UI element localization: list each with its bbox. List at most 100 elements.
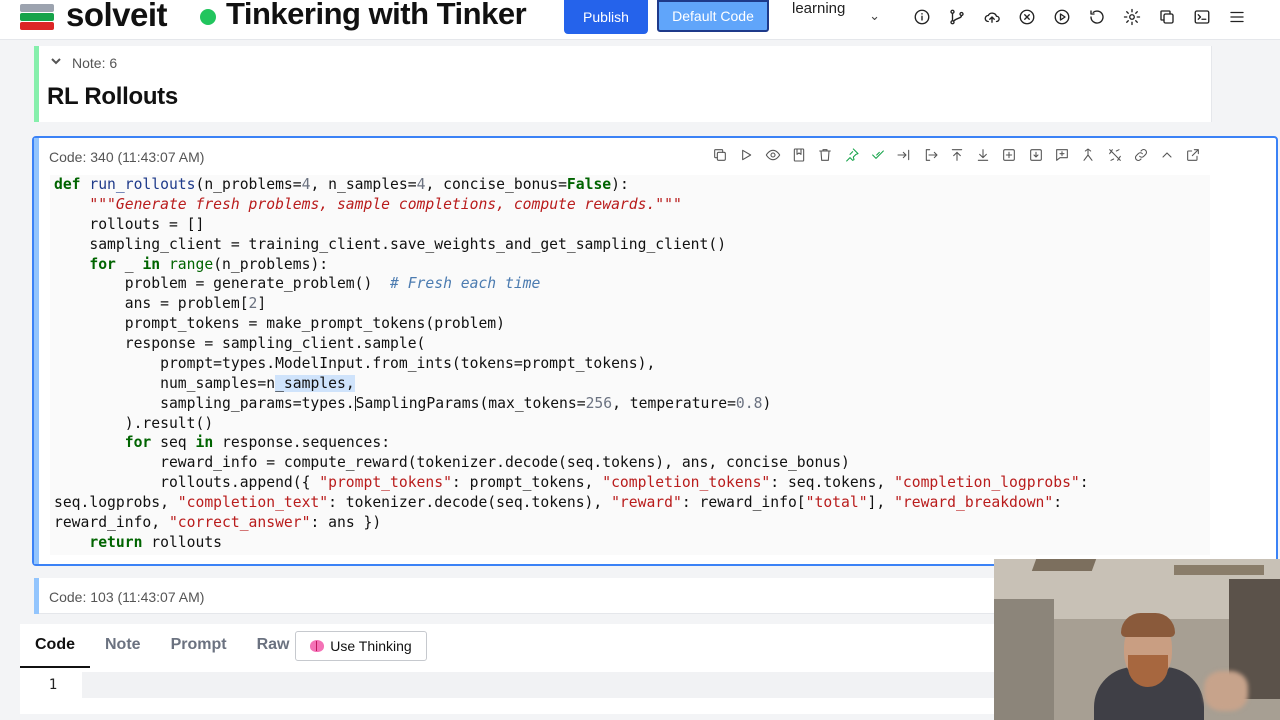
code-line: problem = generate_problem() # Fresh eac… [54, 274, 1089, 294]
upload-cloud-icon[interactable] [974, 4, 1009, 30]
publish-button[interactable]: Publish [564, 0, 648, 34]
brand-name[interactable]: solveit [66, 0, 168, 34]
input-tabs: Code Note Prompt Raw [20, 624, 304, 668]
logo-book-bottom [20, 22, 54, 30]
line-number: 1 [48, 677, 58, 693]
code-lines: def run_rollouts(n_problems=4, n_samples… [54, 175, 1089, 553]
open-external-icon[interactable] [1180, 144, 1206, 166]
selected-text: _samples, [275, 374, 355, 392]
code-editor[interactable]: def run_rollouts(n_problems=4, n_samples… [50, 175, 1210, 555]
comment-icon[interactable] [1049, 144, 1075, 166]
code-token: ).result() [54, 414, 214, 432]
link-icon[interactable] [1128, 144, 1154, 166]
copy-icon[interactable] [707, 144, 733, 166]
code-line: ).result() [54, 414, 1089, 434]
use-thinking-button[interactable]: Use Thinking [295, 631, 427, 661]
code-token: run_rollouts [89, 176, 196, 193]
pin-icon[interactable] [838, 144, 864, 166]
tab-note[interactable]: Note [90, 624, 156, 668]
export-icon[interactable] [1023, 144, 1049, 166]
git-branch-icon[interactable] [939, 4, 974, 30]
code-token: def [54, 176, 81, 193]
settings-icon[interactable] [1114, 4, 1149, 30]
code-token: rollouts = [] [54, 215, 205, 233]
chevron-down-icon: ⌄ [869, 8, 880, 23]
terminal-icon[interactable] [1184, 4, 1219, 30]
menu-icon[interactable] [1219, 4, 1254, 30]
code-token: "prompt_tokens" [319, 474, 452, 492]
code-cell-bar [34, 578, 39, 614]
run-icon[interactable] [733, 144, 759, 166]
skip-icon[interactable] [865, 144, 891, 166]
code-token: 0.8 [735, 394, 763, 412]
code-line: """Generate fresh problems, sample compl… [54, 195, 1089, 215]
webcam-person-hat [1121, 613, 1175, 637]
logo-book-middle [20, 13, 54, 21]
note-cell-header: Note: 6 [72, 55, 118, 71]
code-token: problem = generate_problem() [54, 275, 391, 293]
code-token: """Generate fresh problems, sample compl… [89, 195, 682, 213]
refresh-icon[interactable] [1079, 4, 1114, 30]
collapse-icon[interactable] [1154, 144, 1180, 166]
stop-circle-icon[interactable] [1009, 4, 1044, 30]
code-token: (n_problems): [213, 255, 329, 273]
note-cell[interactable]: Note: 6 RL Rollouts [34, 46, 1212, 122]
dialog-title[interactable]: Tinkering with Tinker [226, 0, 527, 32]
tab-code[interactable]: Code [20, 624, 90, 668]
code-token: prompt_tokens = make_prompt_tokens(probl… [54, 315, 505, 333]
code-token: "correct_answer" [168, 513, 311, 531]
tab-prompt[interactable]: Prompt [156, 624, 242, 668]
move-down-icon[interactable] [970, 144, 996, 166]
top-bar: solveit Tinkering with Tinker Publish De… [0, 0, 1280, 40]
code-token: _ [115, 255, 143, 273]
eye-icon[interactable] [760, 144, 786, 166]
logo-book-top [20, 4, 54, 12]
code-token: ] [257, 295, 267, 313]
code-token: , concise_bonus= [425, 176, 567, 193]
code-token: ): [611, 176, 629, 193]
indent-icon[interactable] [891, 144, 917, 166]
code-cell-header: Code: 340 (11:43:07 AM) [49, 149, 205, 165]
mode-select[interactable]: learning ⌄ [780, 0, 888, 34]
code-line: prompt_tokens = make_prompt_tokens(probl… [54, 314, 1089, 334]
collapse-chevron-icon[interactable] [50, 54, 62, 66]
code-line: reward_info = compute_reward(tokenizer.d… [54, 453, 1089, 473]
add-cell-icon[interactable] [996, 144, 1022, 166]
webcam-overlay [994, 559, 1280, 720]
outdent-icon[interactable] [917, 144, 943, 166]
code-token: , n_samples= [310, 176, 417, 193]
info-icon[interactable] [904, 4, 939, 30]
code-line: rollouts = [] [54, 215, 1089, 235]
code-line: sampling_params=types.SamplingParams(max… [54, 394, 1089, 414]
bookmark-icon[interactable] [786, 144, 812, 166]
use-thinking-label: Use Thinking [330, 638, 412, 654]
header-toolbar [904, 4, 1254, 30]
split-icon[interactable] [1101, 144, 1127, 166]
code-line: def run_rollouts(n_problems=4, n_samples… [54, 175, 1089, 195]
mode-select-value: learning [792, 0, 846, 17]
copy-icon[interactable] [1149, 4, 1184, 30]
play-circle-icon[interactable] [1044, 4, 1079, 30]
trash-icon[interactable] [812, 144, 838, 166]
code-token: (n_problems= [195, 176, 302, 193]
note-cell-bar [34, 46, 39, 122]
code-token: in [195, 434, 214, 452]
move-top-icon[interactable] [944, 144, 970, 166]
code-cell-active[interactable]: Code: 340 (11:43:07 AM) def run_rollouts… [32, 136, 1278, 566]
default-code-button[interactable]: Default Code [657, 0, 769, 32]
code-line: reward_info, "correct_answer": ans }) [54, 513, 1089, 533]
code-token: : seq.tokens, [770, 474, 895, 492]
code-token: , temperature= [612, 394, 736, 412]
code-token: reward_info = compute_reward(tokenizer.d… [54, 454, 850, 472]
webcam-beam [1031, 559, 1097, 571]
merge-icon[interactable] [1075, 144, 1101, 166]
code-token: "reward_breakdown" [894, 494, 1054, 511]
code-line: sampling_client = training_client.save_w… [54, 235, 1089, 255]
webcam-person-hand [1204, 671, 1248, 711]
code-token: 256 [585, 394, 613, 412]
code-line: rollouts.append({ "prompt_tokens": promp… [54, 473, 1089, 493]
webcam-beam [1174, 565, 1264, 575]
code-token: "completion_logprobs" [894, 474, 1080, 492]
